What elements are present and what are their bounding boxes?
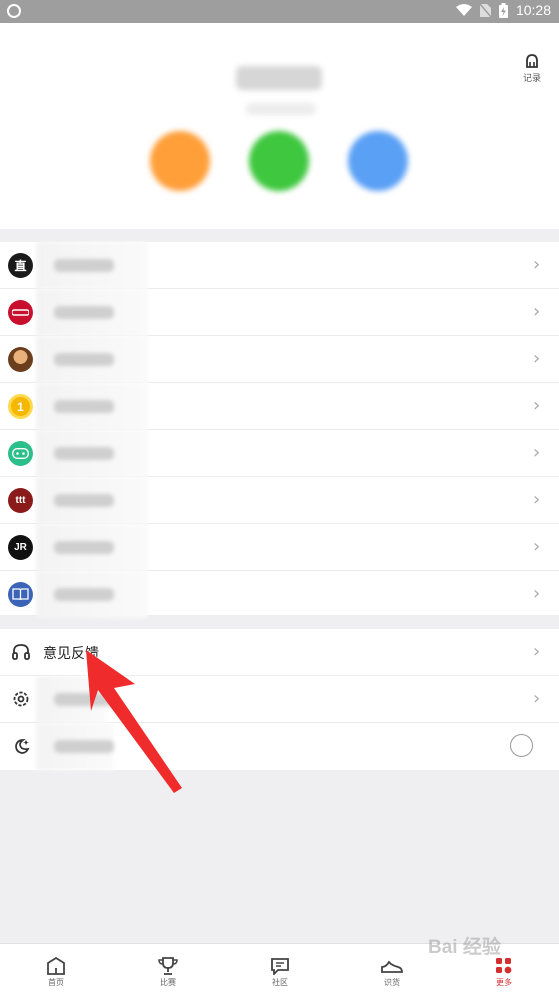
settings-label-redacted bbox=[36, 676, 114, 723]
app-notification-icon bbox=[7, 4, 21, 18]
list-item[interactable]: 直 › bbox=[0, 242, 559, 289]
app-logo-icon: ttt bbox=[8, 488, 33, 513]
night-mode-toggle[interactable] bbox=[510, 734, 533, 757]
item-label-redacted bbox=[36, 524, 148, 571]
record-icon bbox=[526, 54, 538, 68]
item-label-redacted bbox=[36, 430, 148, 477]
tab-match[interactable]: 比赛 bbox=[112, 944, 224, 995]
feedback-label: 意见反馈 bbox=[43, 646, 99, 662]
item-label-redacted bbox=[36, 336, 148, 383]
settings-list: 意见反馈 › › bbox=[0, 629, 559, 770]
night-mode-row[interactable] bbox=[0, 723, 559, 770]
item-label-redacted bbox=[36, 242, 148, 289]
coin-number: 1 bbox=[17, 399, 24, 414]
list-item[interactable]: › bbox=[0, 289, 559, 336]
wifi-icon bbox=[455, 4, 472, 16]
blue-badge-redacted[interactable] bbox=[348, 131, 408, 191]
user-subtitle-redacted bbox=[246, 103, 316, 115]
chevron-right-icon: › bbox=[533, 348, 541, 369]
tab-label: 比赛 bbox=[160, 978, 176, 987]
app-logo-icon: JR bbox=[8, 535, 33, 560]
clock: 10:28 bbox=[515, 2, 551, 18]
app-logo-icon bbox=[8, 300, 33, 325]
record-button[interactable]: 记录 bbox=[521, 53, 543, 84]
record-label: 记录 bbox=[522, 74, 541, 84]
tab-home[interactable]: 首页 bbox=[0, 944, 112, 995]
app-logo-icon: 直 bbox=[8, 253, 33, 278]
tab-label: 识货 bbox=[384, 978, 400, 987]
trophy-icon bbox=[158, 957, 178, 975]
chevron-right-icon: › bbox=[533, 301, 541, 322]
moon-icon bbox=[15, 739, 30, 754]
watermark-logo: Bai 经验 bbox=[428, 937, 501, 958]
list-item[interactable]: 1 › bbox=[0, 383, 559, 430]
avatar-icon bbox=[8, 347, 33, 372]
app-list: 直 › › › 1 › › ttt › JR › › bbox=[0, 242, 559, 618]
sneaker-icon bbox=[381, 960, 403, 973]
tab-label: 更多 bbox=[496, 978, 512, 987]
item-label-redacted bbox=[36, 289, 148, 336]
night-mode-label-redacted bbox=[36, 723, 114, 770]
chevron-right-icon: › bbox=[533, 688, 541, 709]
orange-badge-redacted[interactable] bbox=[150, 131, 210, 191]
list-item[interactable]: ttt › bbox=[0, 477, 559, 524]
battery-icon bbox=[498, 2, 508, 18]
chat-icon bbox=[271, 958, 289, 975]
status-icons: 10:28 bbox=[455, 2, 551, 18]
chevron-right-icon: › bbox=[533, 442, 541, 463]
more-grid-icon bbox=[496, 958, 512, 974]
item-label-redacted bbox=[36, 571, 148, 618]
app-logo-text: 直 bbox=[14, 259, 27, 273]
status-bar: 10:28 bbox=[0, 0, 559, 23]
chevron-right-icon: › bbox=[533, 395, 541, 416]
chevron-right-icon: › bbox=[533, 641, 541, 662]
list-item[interactable]: › bbox=[0, 336, 559, 383]
list-item[interactable]: › bbox=[0, 430, 559, 477]
profile-header: 记录 bbox=[0, 23, 559, 229]
chevron-right-icon: › bbox=[533, 254, 541, 275]
book-icon bbox=[8, 582, 33, 607]
tab-label: 首页 bbox=[48, 978, 64, 987]
list-item[interactable]: JR › bbox=[0, 524, 559, 571]
username-redacted bbox=[236, 66, 322, 90]
headset-icon bbox=[12, 644, 30, 660]
chevron-right-icon: › bbox=[533, 583, 541, 604]
settings-row[interactable]: › bbox=[0, 676, 559, 723]
app-logo-text: JR bbox=[14, 542, 27, 553]
coin-icon: 1 bbox=[8, 394, 33, 419]
chevron-right-icon: › bbox=[533, 536, 541, 557]
no-sim-icon bbox=[479, 3, 491, 17]
app-logo-text: ttt bbox=[15, 495, 26, 506]
tab-label: 社区 bbox=[272, 978, 288, 987]
item-label-redacted bbox=[36, 477, 148, 524]
chevron-right-icon: › bbox=[533, 489, 541, 510]
tab-community[interactable]: 社区 bbox=[224, 944, 336, 995]
home-icon bbox=[47, 957, 65, 975]
gear-icon bbox=[13, 691, 29, 707]
item-label-redacted bbox=[36, 383, 148, 430]
gamepad-icon bbox=[8, 441, 33, 466]
list-item[interactable]: › bbox=[0, 571, 559, 618]
green-badge-redacted[interactable] bbox=[249, 131, 309, 191]
feedback-row[interactable]: 意见反馈 › bbox=[0, 629, 559, 676]
